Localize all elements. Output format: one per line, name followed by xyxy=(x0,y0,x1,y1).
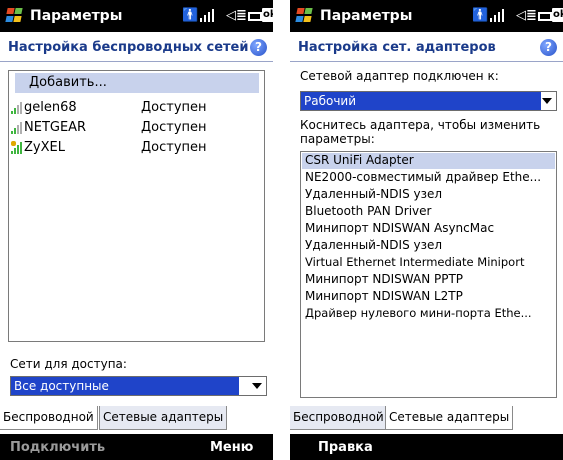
volume-icon[interactable]: ◁≣ xyxy=(226,8,247,24)
status-icons: 🚹 ◁≣ ok xyxy=(468,8,563,24)
help-icon[interactable]: ? xyxy=(540,39,557,56)
ok-button[interactable]: ok xyxy=(262,8,273,22)
tab-wireless[interactable]: Беспроводной xyxy=(290,406,388,430)
tab-wireless[interactable]: Беспроводной xyxy=(0,406,98,430)
access-networks-dropdown[interactable]: Все доступные xyxy=(10,376,267,396)
windows-logo-icon[interactable] xyxy=(295,8,313,23)
add-network-row[interactable]: Добавить... xyxy=(15,73,259,93)
network-name: NETGEAR xyxy=(24,120,87,135)
connected-to-dropdown[interactable]: Рабочий xyxy=(300,91,557,111)
status-icons: 🚹 ◁≣ ok xyxy=(178,8,273,24)
softkey-bar: Подключить Меню xyxy=(0,434,273,460)
adapter-item[interactable]: Удаленный-NDIS узел xyxy=(305,187,442,203)
connected-to-value: Рабочий xyxy=(301,92,541,110)
network-row[interactable]: gelen68 Доступен xyxy=(9,99,264,117)
adapter-item[interactable]: Минипорт NDISWAN PPTP xyxy=(305,272,463,288)
adapter-item[interactable]: Минипорт NDISWAN AsyncMac xyxy=(305,221,494,237)
wifi-signal-locked-icon xyxy=(11,141,23,154)
softkey-bar: Правка xyxy=(290,434,563,460)
adapter-item[interactable]: Удаленный-NDIS узел xyxy=(305,238,442,254)
tab-strip: Беспроводной Сетевые адаптеры xyxy=(290,406,563,433)
wifi-signal-icon xyxy=(11,121,23,134)
chevron-down-icon xyxy=(542,98,552,104)
softkey-edit[interactable]: Правка xyxy=(318,440,373,455)
connected-to-label: Сетевой адаптер подключен к: xyxy=(300,69,499,83)
battery-icon[interactable] xyxy=(248,12,262,21)
adapter-item[interactable]: Bluetooth PAN Driver xyxy=(305,204,431,220)
adapter-item[interactable]: Минипорт NDISWAN L2TP xyxy=(305,289,463,305)
access-networks-label: Сети для доступа: xyxy=(10,357,127,371)
network-status: Доступен xyxy=(141,140,207,155)
app-title: Параметры xyxy=(30,8,123,24)
wifi-signal-icon xyxy=(11,101,23,114)
person-icon[interactable]: 🚹 xyxy=(182,8,198,24)
title-bar: Параметры 🚹 ◁≣ ok xyxy=(0,0,273,32)
network-list[interactable]: Добавить... gelen68 Доступен NETGEAR Дос… xyxy=(8,70,265,342)
network-status: Доступен xyxy=(141,100,207,115)
softkey-connect[interactable]: Подключить xyxy=(10,440,105,455)
network-status: Доступен xyxy=(141,120,207,135)
help-icon[interactable]: ? xyxy=(250,39,267,56)
app-title: Параметры xyxy=(320,8,413,24)
adapter-item[interactable]: Драйвер нулевого мини-порта Ethe... xyxy=(305,306,532,322)
signal-icon[interactable] xyxy=(200,8,218,24)
add-network-label: Добавить... xyxy=(29,75,107,90)
signal-icon[interactable] xyxy=(490,8,508,24)
adapter-list[interactable]: CSR UniFi Adapter NE2000-совместимый дра… xyxy=(300,151,557,398)
adapter-item[interactable]: Virtual Ethernet Intermediate Miniport xyxy=(305,255,524,271)
volume-icon[interactable]: ◁≣ xyxy=(516,8,537,24)
instruction-text: Коснитесь адаптера, чтобы изменить парам… xyxy=(300,118,541,146)
network-adapters-screen: Параметры 🚹 ◁≣ ok Настройка сет. адаптер… xyxy=(290,0,563,460)
network-name: gelen68 xyxy=(24,100,77,115)
network-row[interactable]: NETGEAR Доступен xyxy=(9,119,264,137)
ok-button[interactable]: ok xyxy=(552,8,563,22)
tab-strip: Беспроводной Сетевые адаптеры xyxy=(0,406,273,433)
windows-logo-icon[interactable] xyxy=(5,8,23,23)
person-icon[interactable]: 🚹 xyxy=(472,8,488,24)
title-bar: Параметры 🚹 ◁≣ ok xyxy=(290,0,563,32)
chevron-down-icon xyxy=(252,383,262,389)
page-heading: Настройка беспроводных сетей ? xyxy=(0,34,273,62)
wireless-settings-screen: Параметры 🚹 ◁≣ ok Настройка беспроводных… xyxy=(0,0,273,460)
network-row[interactable]: ZyXEL Доступен xyxy=(9,139,264,157)
page-heading: Настройка сет. адаптеров ? xyxy=(290,34,563,62)
adapter-item[interactable]: NE2000-совместимый драйвер Ethe... xyxy=(305,170,541,186)
battery-icon[interactable] xyxy=(538,12,552,21)
page-title: Настройка сет. адаптеров xyxy=(298,40,496,55)
adapter-item[interactable]: CSR UniFi Adapter xyxy=(305,153,414,169)
softkey-menu[interactable]: Меню xyxy=(210,440,253,455)
tab-network-adapters[interactable]: Сетевые адаптеры xyxy=(385,406,514,430)
access-networks-value: Все доступные xyxy=(11,377,239,395)
network-name: ZyXEL xyxy=(24,140,65,155)
page-title: Настройка беспроводных сетей xyxy=(8,40,249,55)
tab-network-adapters[interactable]: Сетевые адаптеры xyxy=(99,406,228,430)
